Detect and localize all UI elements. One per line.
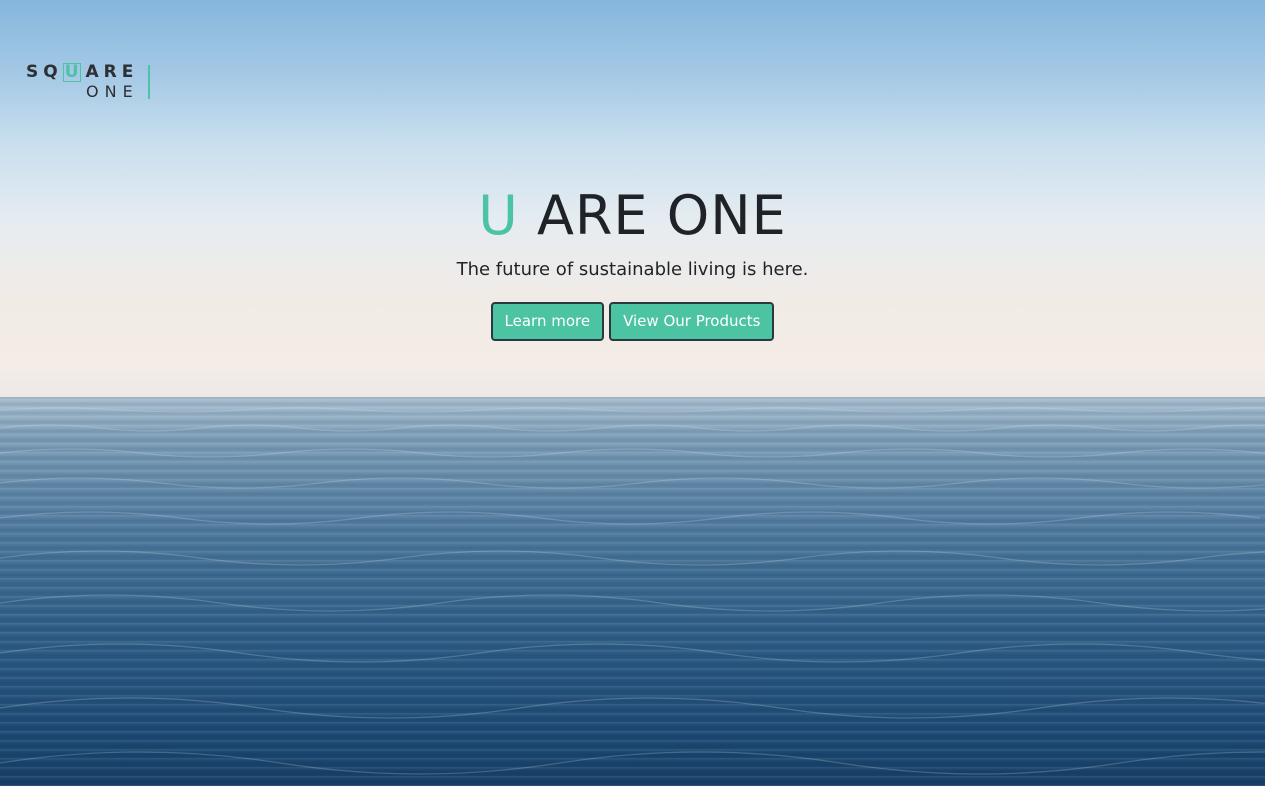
brand-logo[interactable]: SQ U ARE ONE xyxy=(26,62,152,102)
logo-wordmark-bottom: ONE xyxy=(86,82,139,101)
headline-rest: ARE ONE xyxy=(536,184,787,247)
learn-more-button[interactable]: Learn more xyxy=(490,302,605,341)
hero-content: U ARE ONE The future of sustainable livi… xyxy=(0,180,1265,341)
logo-accent-bar xyxy=(148,65,150,99)
horizon-line xyxy=(0,397,1265,399)
hero-section: SQ U ARE ONE U ARE ONE The future of susta… xyxy=(0,0,1265,786)
hero-headline: U ARE ONE xyxy=(0,180,1265,252)
hero-tagline: The future of sustainable living is here… xyxy=(456,259,809,280)
headline-accent: U xyxy=(478,184,519,247)
view-products-button[interactable]: View Our Products xyxy=(609,302,775,341)
logo-top-right: ARE xyxy=(85,62,139,82)
hero-actions: Learn more View Our Products xyxy=(0,302,1265,341)
wave-pattern xyxy=(0,407,1265,775)
logo-wordmark-top: SQ U ARE xyxy=(26,62,138,82)
logo-top-left: SQ xyxy=(26,62,63,82)
logo-highlight-letter: U xyxy=(62,62,81,82)
